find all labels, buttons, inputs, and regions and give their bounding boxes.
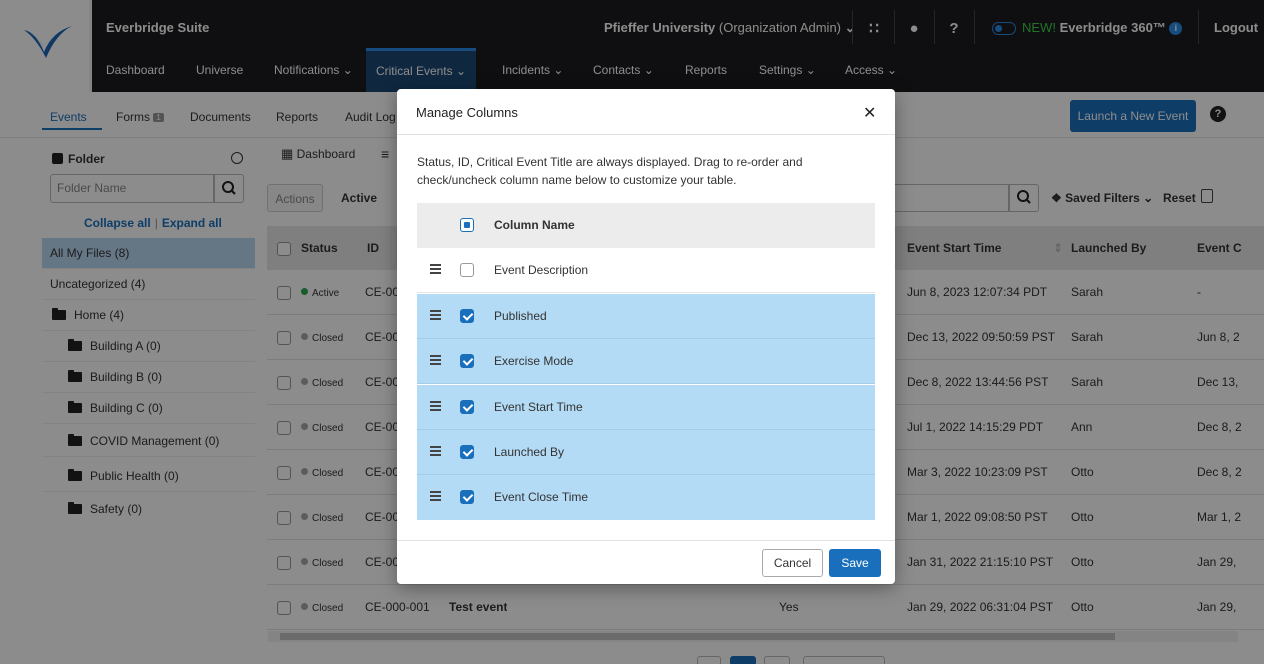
drag-handle-icon[interactable] [430, 310, 441, 320]
drag-handle-icon[interactable] [430, 355, 441, 365]
cancel-button[interactable]: Cancel [762, 549, 823, 577]
select-all-columns-checkbox[interactable] [460, 218, 474, 232]
drag-handle-icon[interactable] [430, 264, 441, 274]
column-checkbox[interactable] [460, 354, 474, 368]
column-row-event-start-time[interactable]: Event Start Time [417, 385, 875, 430]
manage-columns-dialog: Manage Columns ✕ Status, ID, Critical Ev… [397, 89, 895, 584]
divider [397, 540, 895, 541]
divider [397, 134, 895, 135]
close-icon[interactable]: ✕ [863, 103, 876, 123]
column-label: Event Description [494, 263, 589, 277]
column-row-launched-by[interactable]: Launched By [417, 430, 875, 475]
column-row-event-close-time[interactable]: Event Close Time [417, 475, 875, 520]
save-button[interactable]: Save [829, 549, 881, 577]
column-label: Published [494, 309, 547, 323]
column-label: Exercise Mode [494, 354, 574, 368]
column-row-exercise-mode[interactable]: Exercise Mode [417, 339, 875, 384]
column-label: Event Start Time [494, 400, 583, 414]
column-checkbox[interactable] [460, 490, 474, 504]
column-checkbox[interactable] [460, 309, 474, 323]
dialog-description: Status, ID, Critical Event Title are alw… [417, 155, 803, 187]
column-list-header: Column Name [417, 203, 875, 248]
column-label: Launched By [494, 445, 565, 459]
column-checkbox[interactable] [460, 400, 474, 414]
column-checkbox[interactable] [460, 263, 474, 277]
drag-handle-icon[interactable] [430, 401, 441, 411]
drag-handle-icon[interactable] [430, 446, 441, 456]
column-name-header: Column Name [494, 218, 575, 232]
column-row-event-description[interactable]: Event Description [417, 248, 875, 293]
column-row-published[interactable]: Published [417, 294, 875, 339]
dialog-title: Manage Columns [416, 105, 518, 120]
drag-handle-icon[interactable] [430, 491, 441, 501]
column-checkbox[interactable] [460, 445, 474, 459]
column-label: Event Close Time [494, 490, 589, 504]
